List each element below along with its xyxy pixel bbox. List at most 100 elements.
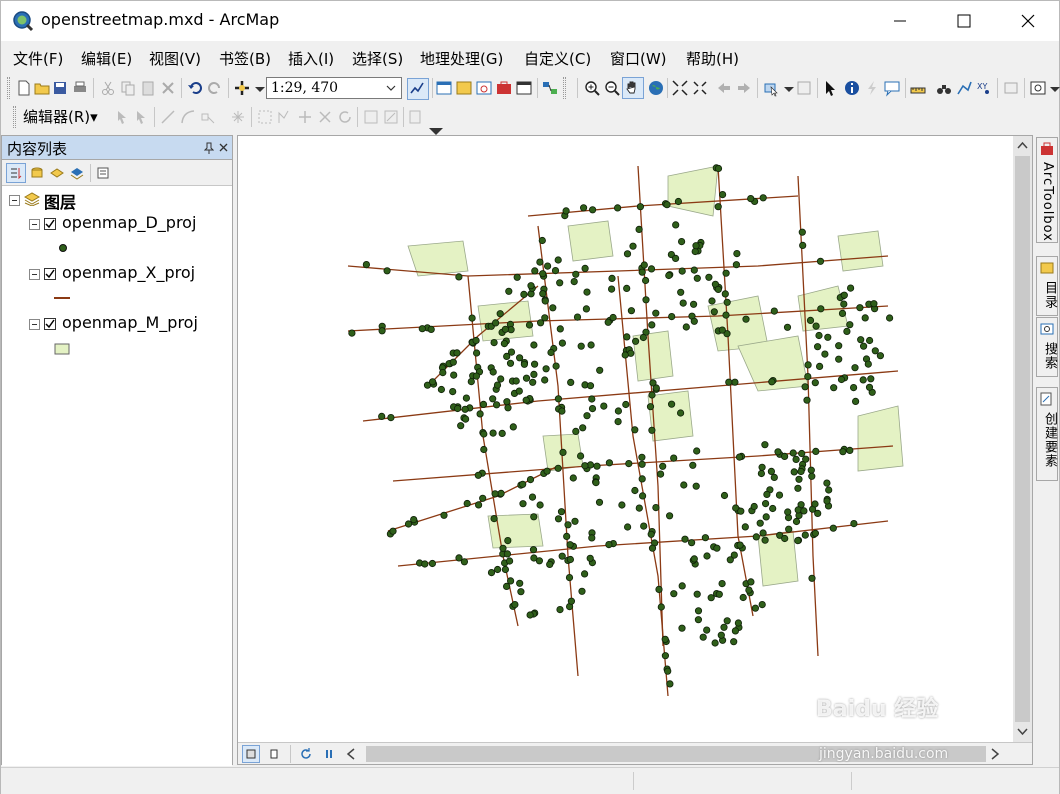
sketch-point-button[interactable]	[229, 108, 247, 126]
copy-button[interactable]	[119, 79, 137, 97]
attributes-button[interactable]	[362, 108, 380, 126]
scroll-down-icon[interactable]	[1017, 728, 1028, 736]
paste-button[interactable]	[139, 79, 157, 97]
edit-tool-button[interactable]	[113, 108, 131, 126]
side-tab-arctoolbox[interactable]: ArcToolbox	[1036, 137, 1058, 243]
find-route-button[interactable]	[955, 79, 973, 97]
find-button[interactable]	[935, 79, 953, 97]
close-button[interactable]	[1005, 1, 1051, 41]
minimize-button[interactable]	[877, 1, 923, 41]
layer-expand-toggle[interactable]	[29, 269, 40, 280]
pin-icon[interactable]	[204, 142, 214, 154]
menu-bookmarks[interactable]: 书签(B)	[219, 48, 271, 69]
map-display[interactable]	[237, 135, 1033, 765]
line-symbol-icon[interactable]	[54, 296, 70, 300]
end-point-arc-button[interactable]	[179, 108, 197, 126]
scroll-right-icon[interactable]	[990, 748, 1000, 760]
toolbar-grip[interactable]	[563, 77, 566, 99]
menu-edit[interactable]: 编辑(E)	[81, 48, 132, 69]
model-builder-button[interactable]	[541, 79, 559, 97]
print-button[interactable]	[71, 79, 89, 97]
delete-button[interactable]	[159, 79, 177, 97]
zoom-in-button[interactable]	[583, 79, 601, 97]
toolbar-grip[interactable]	[7, 77, 10, 99]
toolbar-grip[interactable]	[13, 106, 16, 128]
split-tool-button[interactable]	[316, 108, 334, 126]
goto-xy-button[interactable]: XY	[975, 79, 993, 97]
back-extent-button[interactable]	[715, 79, 733, 97]
hyperlink-button[interactable]	[863, 79, 881, 97]
layer-name-lines[interactable]: openmap_X_proj	[62, 263, 195, 282]
collapse-layers-toggle[interactable]	[9, 195, 20, 206]
select-features-button[interactable]	[762, 79, 780, 97]
clear-selection-button[interactable]	[795, 79, 813, 97]
open-button[interactable]	[33, 79, 51, 97]
create-features-button[interactable]	[407, 108, 425, 126]
point-symbol-icon[interactable]	[58, 243, 68, 253]
menu-windows[interactable]: 窗口(W)	[610, 48, 667, 69]
catalog-button[interactable]	[455, 79, 473, 97]
list-by-selection-icon[interactable]	[70, 166, 84, 180]
polygon-symbol-icon[interactable]	[54, 343, 70, 355]
full-extent-button[interactable]	[647, 79, 665, 97]
redo-button[interactable]	[206, 79, 224, 97]
python-window-button[interactable]	[515, 79, 533, 97]
close-icon[interactable]	[219, 143, 228, 152]
list-by-drawing-order-button[interactable]	[6, 163, 26, 183]
vertical-scrollbar[interactable]	[1013, 136, 1032, 742]
zoom-out-button[interactable]	[603, 79, 621, 97]
fixed-zoom-in-button[interactable]	[671, 79, 689, 97]
rotate-tool-button[interactable]	[336, 108, 354, 126]
scroll-left-icon[interactable]	[346, 748, 356, 760]
scroll-up-icon[interactable]	[1017, 141, 1028, 149]
cut-button[interactable]	[99, 79, 117, 97]
cut-polygons-button[interactable]	[296, 108, 314, 126]
menu-selection[interactable]: 选择(S)	[352, 48, 403, 69]
layout-view-icon[interactable]	[269, 749, 279, 759]
edit-vertices-button[interactable]	[256, 108, 274, 126]
chevron-down-icon[interactable]	[386, 83, 396, 93]
menu-insert[interactable]: 插入(I)	[288, 48, 334, 69]
menu-customize[interactable]: 自定义(C)	[524, 48, 591, 69]
fixed-zoom-out-button[interactable]	[691, 79, 709, 97]
side-tab-catalog[interactable]: 目录	[1036, 256, 1058, 316]
menu-file[interactable]: 文件(F)	[13, 48, 63, 69]
pan-button[interactable]	[622, 77, 644, 99]
menu-help[interactable]: 帮助(H)	[686, 48, 739, 69]
maximize-button[interactable]	[941, 1, 987, 41]
menu-geoprocessing[interactable]: 地理处理(G)	[420, 48, 503, 69]
html-popup-button[interactable]	[883, 79, 901, 97]
measure-button[interactable]	[909, 79, 927, 97]
layer-expand-toggle[interactable]	[29, 219, 40, 230]
toc-options-icon[interactable]	[96, 166, 110, 180]
side-tab-search[interactable]: 搜索	[1036, 317, 1058, 377]
new-button[interactable]	[15, 79, 33, 97]
straight-segment-button[interactable]	[159, 108, 177, 126]
add-data-button[interactable]	[233, 79, 251, 97]
layer-visibility-checkbox[interactable]	[44, 268, 56, 280]
toolbar-options-dropdown[interactable]	[427, 122, 443, 135]
list-by-visibility-icon[interactable]	[50, 166, 64, 180]
editor-menu-button[interactable]: 编辑器(R)▾	[23, 106, 98, 127]
select-features-dropdown[interactable]	[780, 79, 794, 97]
layer-name-points[interactable]: openmap_D_proj	[62, 213, 196, 232]
layer-name-polygons[interactable]: openmap_M_proj	[62, 313, 198, 332]
layer-visibility-checkbox[interactable]	[44, 218, 56, 230]
viewer-window-button[interactable]	[1029, 79, 1047, 97]
time-slider-button[interactable]	[1002, 79, 1020, 97]
toolbox-button[interactable]	[495, 79, 513, 97]
refresh-icon[interactable]	[300, 748, 312, 760]
search-window-button[interactable]	[475, 79, 493, 97]
undo-button[interactable]	[186, 79, 204, 97]
editor-toolbar-toggle-button[interactable]	[407, 78, 429, 100]
layer-visibility-checkbox[interactable]	[44, 318, 56, 330]
map-canvas[interactable]	[238, 136, 1014, 742]
pause-drawing-icon[interactable]	[324, 749, 334, 759]
vertical-scroll-thumb[interactable]	[1015, 156, 1030, 722]
construction-tools-button[interactable]	[199, 108, 217, 126]
side-tab-create-features[interactable]: 创建要素	[1036, 387, 1058, 481]
menu-view[interactable]: 视图(V)	[149, 48, 201, 69]
reshape-feature-button[interactable]	[276, 108, 294, 126]
save-button[interactable]	[51, 79, 69, 97]
edit-annotation-button[interactable]	[133, 108, 151, 126]
